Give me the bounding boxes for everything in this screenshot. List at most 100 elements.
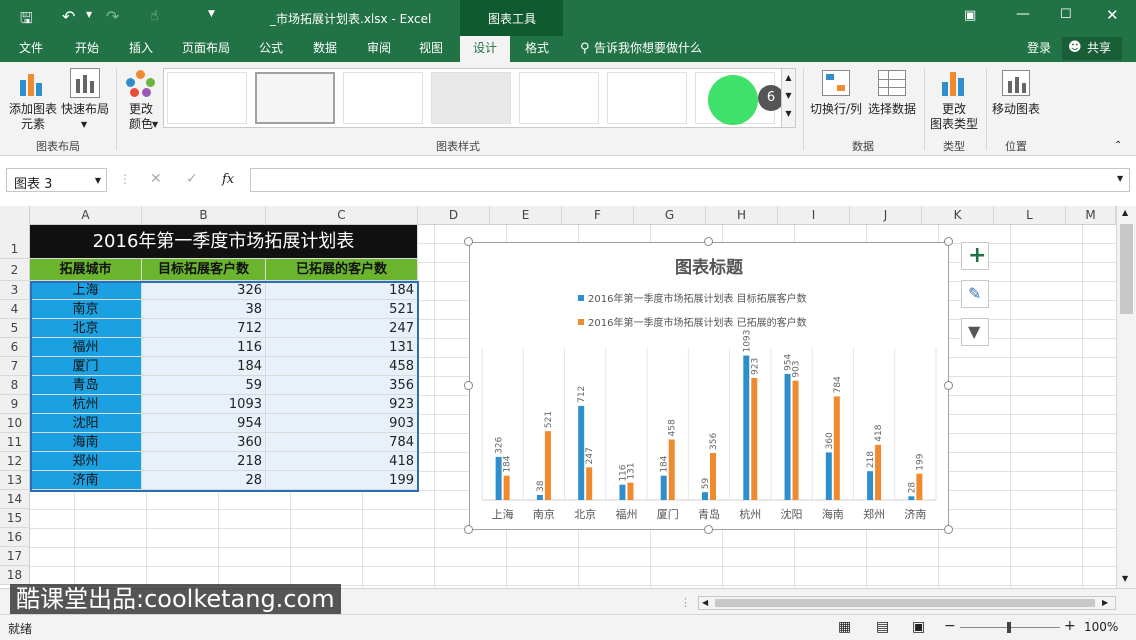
chart-elements-button[interactable]: +	[961, 242, 989, 270]
change-colors-icon[interactable]	[126, 70, 156, 100]
column-header-b[interactable]: B	[142, 206, 266, 225]
column-header-h[interactable]: H	[706, 206, 778, 225]
move-chart-button[interactable]: 移动图表	[988, 102, 1044, 117]
row-header-15[interactable]: 15	[0, 509, 30, 528]
done-cell[interactable]: 903	[266, 414, 418, 433]
row-header-11[interactable]: 11	[0, 433, 30, 452]
city-cell[interactable]: 沈阳	[30, 414, 142, 433]
chart-handle-br[interactable]	[944, 525, 953, 534]
city-cell[interactable]: 济南	[30, 471, 142, 490]
target-cell[interactable]: 59	[142, 376, 266, 395]
column-header-c[interactable]: C	[266, 206, 418, 225]
undo-dropdown-icon[interactable]: ▼	[86, 10, 92, 19]
city-cell[interactable]: 上海	[30, 281, 142, 300]
column-header-j[interactable]: J	[850, 206, 922, 225]
row-header-13[interactable]: 13	[0, 471, 30, 490]
scroll-down-icon[interactable]: ▼	[1122, 574, 1128, 583]
row-header-2[interactable]: 2	[0, 259, 30, 281]
chart-handle-bm[interactable]	[704, 525, 713, 534]
row-header-14[interactable]: 14	[0, 490, 30, 509]
target-cell[interactable]: 116	[142, 338, 266, 357]
row-header-3[interactable]: 3	[0, 281, 30, 300]
chart-style-5[interactable]	[519, 72, 599, 124]
city-cell[interactable]: 海南	[30, 433, 142, 452]
city-cell[interactable]: 青岛	[30, 376, 142, 395]
add-chart-element-icon[interactable]	[18, 70, 46, 96]
zoom-out-icon[interactable]: −	[944, 618, 956, 634]
row-header-9[interactable]: 9	[0, 395, 30, 414]
column-header-g[interactable]: G	[634, 206, 706, 225]
name-box-dropdown-icon[interactable]: ▼	[95, 176, 101, 185]
minimize-icon[interactable]: —	[1016, 6, 1030, 22]
target-cell[interactable]: 712	[142, 319, 266, 338]
normal-view-icon[interactable]: ▦	[838, 619, 851, 635]
target-cell[interactable]: 218	[142, 452, 266, 471]
switch-row-column-icon[interactable]	[822, 70, 850, 96]
save-icon[interactable]: 🖫	[20, 8, 33, 33]
city-cell[interactable]: 北京	[30, 319, 142, 338]
chart-style-1[interactable]	[167, 72, 247, 124]
chart-object[interactable]: 图表标题 2016年第一季度市场拓展计划表 目标拓展客户数 2016年第一季度市场拓…	[469, 242, 949, 530]
maximize-icon[interactable]: ☐	[1060, 7, 1072, 22]
horizontal-scrollbar[interactable]: ◀ ▶	[698, 596, 1116, 610]
done-cell[interactable]: 521	[266, 300, 418, 319]
tab-home[interactable]: 开始	[64, 36, 110, 62]
tab-format[interactable]: 格式	[514, 36, 560, 62]
target-cell[interactable]: 360	[142, 433, 266, 452]
chart-style-6[interactable]	[607, 72, 687, 124]
target-cell[interactable]: 954	[142, 414, 266, 433]
quick-layout-button[interactable]: 快速布局	[58, 102, 112, 117]
tab-review[interactable]: 审阅	[356, 36, 402, 62]
horizontal-scroll-thumb[interactable]	[715, 599, 1095, 607]
row-header-1[interactable]: 1	[0, 225, 30, 259]
target-cell[interactable]: 38	[142, 300, 266, 319]
chart-handle-ml[interactable]	[464, 381, 473, 390]
zoom-slider[interactable]	[960, 622, 1060, 633]
select-data-icon[interactable]	[878, 70, 906, 96]
column-header-e[interactable]: E	[490, 206, 562, 225]
chart-handle-bl[interactable]	[464, 525, 473, 534]
column-header-k[interactable]: K	[922, 206, 994, 225]
page-break-view-icon[interactable]: ▣	[912, 619, 925, 635]
move-chart-icon[interactable]	[1002, 70, 1030, 96]
chart-handle-tl[interactable]	[464, 237, 473, 246]
row-header-4[interactable]: 4	[0, 300, 30, 319]
chart-style-2[interactable]	[255, 72, 335, 124]
done-cell[interactable]: 418	[266, 452, 418, 471]
scroll-right-icon[interactable]: ▶	[1102, 598, 1108, 607]
row-header-12[interactable]: 12	[0, 452, 30, 471]
tab-design[interactable]: 设计	[460, 36, 510, 62]
done-cell[interactable]: 131	[266, 338, 418, 357]
undo-icon[interactable]: ↶	[62, 7, 75, 26]
target-cell[interactable]: 28	[142, 471, 266, 490]
ribbon-display-icon[interactable]: ▣	[964, 8, 976, 23]
header-target[interactable]: 目标拓展客户数	[142, 259, 266, 281]
sheet-title-cell[interactable]: 2016年第一季度市场拓展计划表	[30, 225, 418, 259]
row-header-18[interactable]: 18	[0, 566, 30, 585]
tab-data[interactable]: 数据	[302, 36, 348, 62]
chart-handle-mr[interactable]	[944, 381, 953, 390]
row-header-8[interactable]: 8	[0, 376, 30, 395]
page-layout-view-icon[interactable]: ▤	[876, 619, 889, 635]
tab-formulas[interactable]: 公式	[248, 36, 294, 62]
gallery-scroll[interactable]: ▲ ▼ ▼	[781, 68, 796, 128]
done-cell[interactable]: 784	[266, 433, 418, 452]
quick-layout-icon[interactable]	[70, 68, 100, 98]
tab-view[interactable]: 视图	[408, 36, 454, 62]
switch-row-column-button[interactable]: 切换行/列	[808, 102, 864, 117]
formula-input[interactable]	[250, 168, 1130, 192]
tell-me-box[interactable]: 告诉我你想要做什么	[594, 36, 710, 62]
chart-handle-tr[interactable]	[944, 237, 953, 246]
change-chart-type-button[interactable]: 更改 图表类型	[926, 102, 982, 132]
target-cell[interactable]: 1093	[142, 395, 266, 414]
row-header-5[interactable]: 5	[0, 319, 30, 338]
qat-customize-icon[interactable]: ▼	[208, 9, 215, 19]
column-header-a[interactable]: A	[30, 206, 142, 225]
row-header-6[interactable]: 6	[0, 338, 30, 357]
tab-file[interactable]: 文件	[10, 36, 52, 62]
touch-mode-icon[interactable]: ☝	[150, 8, 159, 24]
select-all-corner[interactable]	[0, 206, 30, 225]
vertical-scrollbar[interactable]: ▲ ▼	[1116, 206, 1136, 588]
header-city[interactable]: 拓展城市	[30, 259, 142, 281]
city-cell[interactable]: 厦门	[30, 357, 142, 376]
